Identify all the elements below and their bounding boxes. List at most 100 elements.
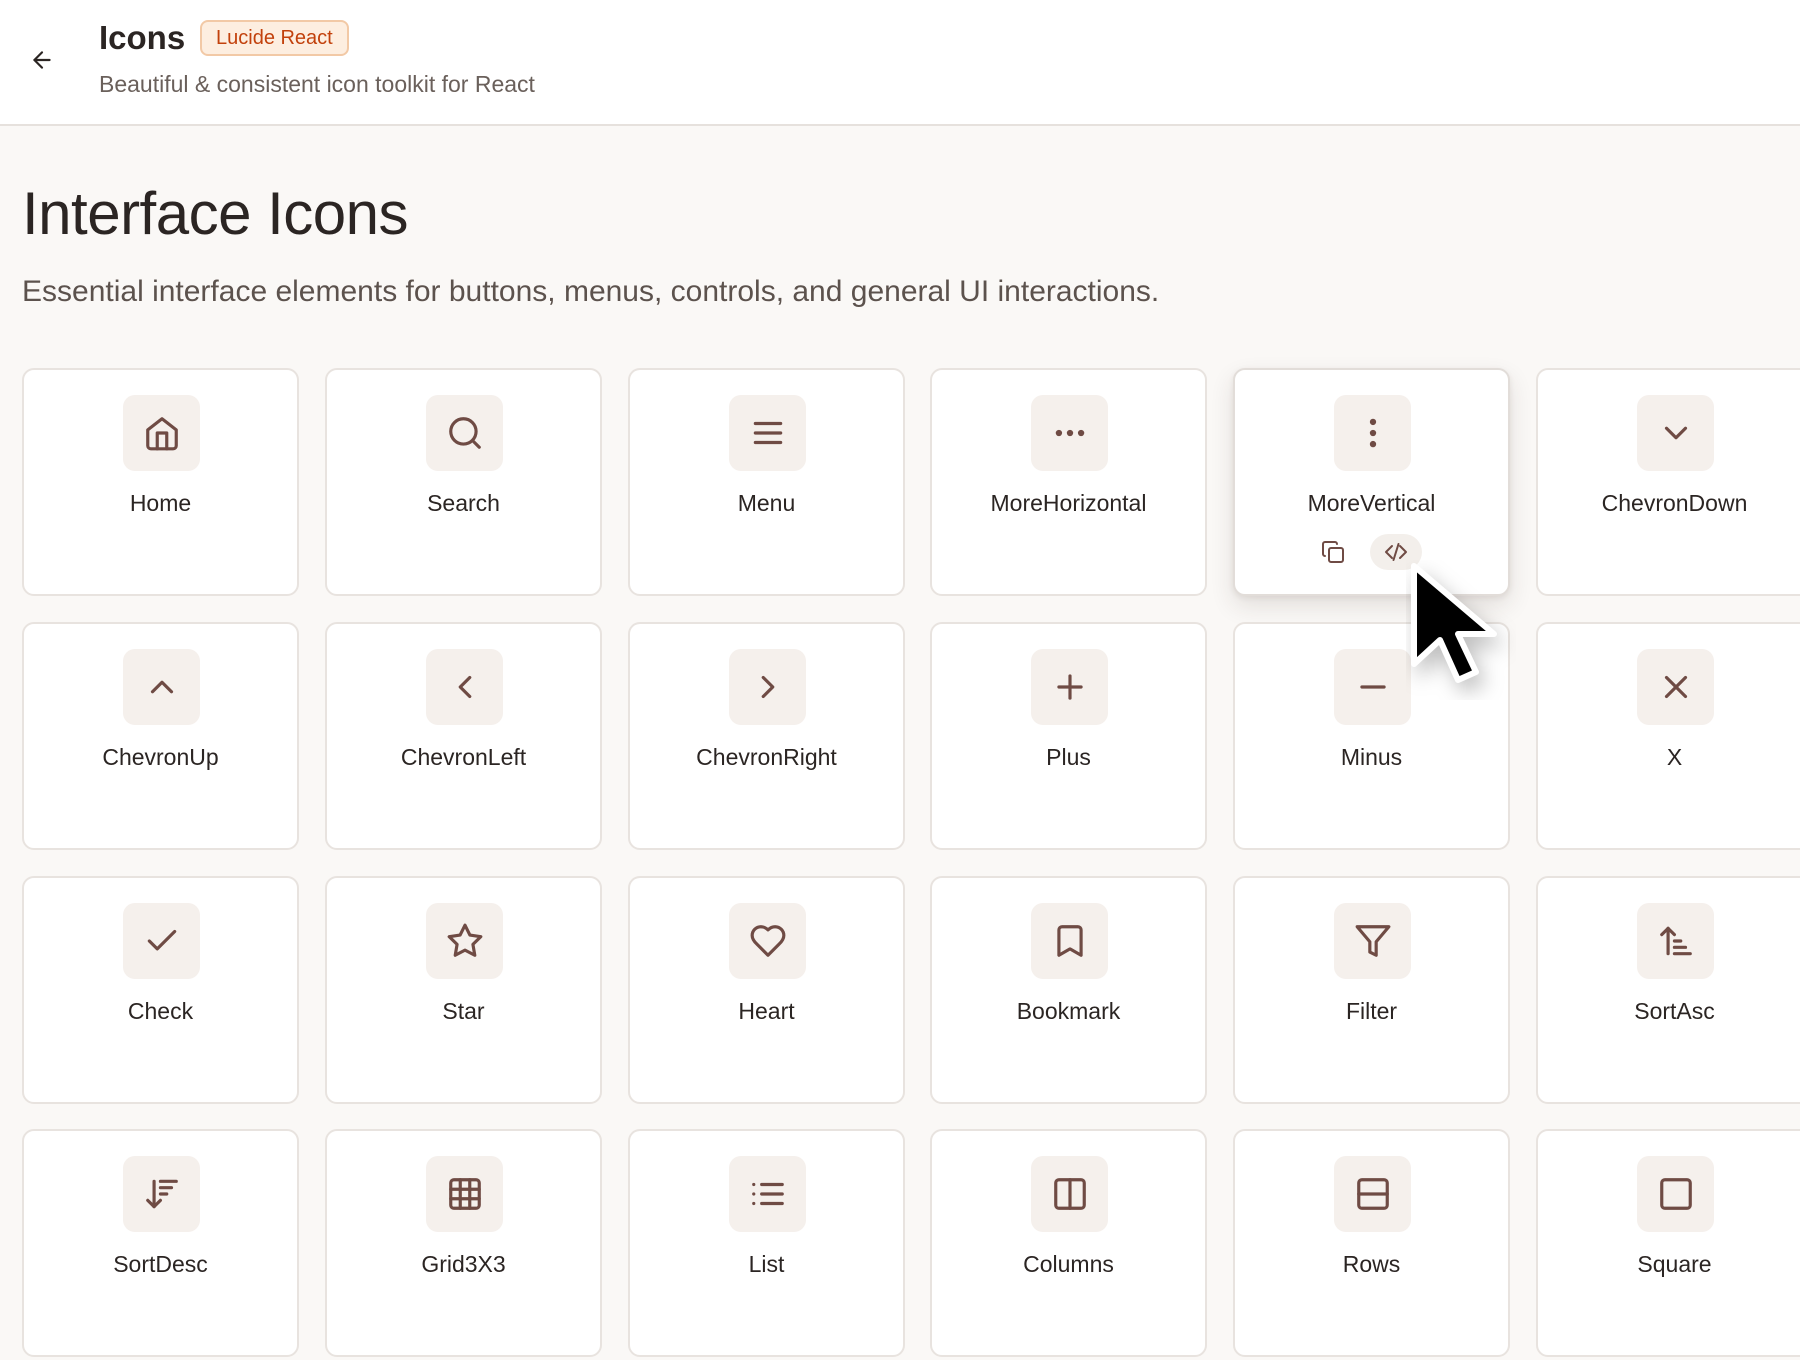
icon-preview [729, 649, 806, 725]
library-badge: Lucide React [200, 20, 349, 56]
icon-card-home[interactable]: Home [22, 368, 299, 596]
icon-card-label: X [1666, 744, 1683, 770]
icon-card-label: Plus [1046, 744, 1091, 770]
icon-card-menu[interactable]: Menu [628, 368, 905, 596]
back-button[interactable] [22, 40, 62, 80]
icon-preview [123, 649, 200, 725]
chevron-up-icon [150, 680, 173, 694]
icon-card-label: Bookmark [1016, 998, 1121, 1024]
icon-card-label: MoreVertical [1307, 490, 1436, 516]
code-icon [1385, 543, 1407, 561]
icon-card-x[interactable]: X [1536, 622, 1800, 850]
icon-card-check[interactable]: Check [22, 876, 299, 1104]
icon-card-label: MoreHorizontal [990, 490, 1147, 516]
rows-icon [1356, 1178, 1389, 1210]
grid-3x3-icon [448, 1178, 481, 1210]
plus-icon [1056, 674, 1083, 700]
icon-card-plus[interactable]: Plus [930, 622, 1207, 850]
star-icon [447, 923, 482, 957]
icon-preview [729, 395, 806, 471]
icon-card-chevron-left[interactable]: ChevronLeft [325, 622, 602, 850]
square-icon [1659, 1178, 1692, 1210]
icon-card-star[interactable]: Star [325, 876, 602, 1104]
icon-card-label: Square [1637, 1251, 1712, 1277]
more-horizontal-icon [1055, 429, 1084, 437]
code-button[interactable] [1370, 534, 1422, 570]
icon-card-filter[interactable]: Filter [1233, 876, 1510, 1104]
menu-icon [753, 421, 782, 445]
icon-card-label: ChevronUp [102, 744, 219, 770]
icon-card-bookmark[interactable]: Bookmark [930, 876, 1207, 1104]
icon-card-chevron-up[interactable]: ChevronUp [22, 622, 299, 850]
icon-card-chevron-right[interactable]: ChevronRight [628, 622, 905, 850]
page-title: Interface Icons [22, 180, 409, 247]
icon-card-label: ChevronDown [1601, 490, 1748, 516]
icon-preview [1031, 649, 1108, 725]
icon-card-label: Rows [1342, 1251, 1401, 1277]
list-icon [751, 1182, 784, 1206]
header-title: Icons [99, 19, 186, 56]
icon-card-label: ChevronLeft [400, 744, 527, 770]
icon-card-sort-asc[interactable]: SortAsc [1536, 876, 1800, 1104]
icon-preview [426, 1156, 503, 1232]
icon-preview [1334, 649, 1411, 725]
chevron-down-icon [1664, 426, 1687, 440]
icon-card-minus[interactable]: Minus [1233, 622, 1510, 850]
icon-card-rows[interactable]: Rows [1233, 1129, 1510, 1357]
more-vertical-icon [1369, 418, 1376, 448]
icon-card-more-vertical[interactable]: MoreVertical [1233, 368, 1510, 596]
icon-card-heart[interactable]: Heart [628, 876, 905, 1104]
icon-preview [123, 1156, 200, 1232]
sort-desc-icon [145, 1179, 178, 1209]
icon-preview [1031, 1156, 1108, 1232]
icon-card-label: Columns [1023, 1251, 1114, 1277]
minus-icon [1359, 685, 1386, 689]
icon-card-search[interactable]: Search [325, 368, 602, 596]
icon-preview [729, 903, 806, 979]
icon-card-label: Home [129, 490, 192, 516]
icon-card-label: ChevronRight [696, 744, 837, 770]
icon-card-label: Star [442, 998, 485, 1024]
copy-button[interactable] [1307, 534, 1359, 570]
search-icon [448, 417, 481, 449]
icon-card-label: SortAsc [1634, 998, 1715, 1024]
check-icon [147, 929, 176, 951]
icon-card-label: Search [427, 490, 500, 516]
icon-card-label: Menu [737, 490, 796, 516]
icon-card-chevron-down[interactable]: ChevronDown [1536, 368, 1800, 596]
icon-card-label: Minus [1340, 744, 1403, 770]
icon-preview [1637, 1156, 1714, 1232]
icon-preview [426, 649, 503, 725]
icon-card-list[interactable]: List [628, 1129, 905, 1357]
icon-preview [123, 903, 200, 979]
page-description: Essential interface elements for buttons… [22, 275, 1160, 308]
icon-card-more-horizontal[interactable]: MoreHorizontal [930, 368, 1207, 596]
icon-preview [1637, 649, 1714, 725]
x-icon [1664, 675, 1687, 699]
icon-card-label: Filter [1345, 998, 1398, 1024]
columns-icon [1053, 1178, 1086, 1210]
icon-preview [1637, 903, 1714, 979]
icon-preview [1637, 395, 1714, 471]
icon-preview [729, 1156, 806, 1232]
header-subtitle: Beautiful & consistent icon toolkit for … [99, 71, 535, 97]
icon-card-label: List [748, 1251, 785, 1277]
chevron-right-icon [761, 675, 774, 699]
icon-card-label: Heart [738, 998, 795, 1024]
icon-preview [426, 395, 503, 471]
chevron-left-icon [458, 675, 471, 699]
icon-card-columns[interactable]: Columns [930, 1129, 1207, 1357]
arrow-left-icon [33, 51, 51, 69]
icon-card-actions [1235, 534, 1508, 574]
icon-preview [1334, 903, 1411, 979]
icon-preview [1031, 903, 1108, 979]
icon-preview [1334, 395, 1411, 471]
icon-card-square[interactable]: Square [1536, 1129, 1800, 1357]
bookmark-icon [1056, 925, 1083, 957]
icon-card-sort-desc[interactable]: SortDesc [22, 1129, 299, 1357]
icon-preview [1334, 1156, 1411, 1232]
sort-asc-icon [1659, 926, 1692, 956]
icon-card-label: Grid3X3 [421, 1251, 506, 1277]
icon-card-grid-3x3[interactable]: Grid3X3 [325, 1129, 602, 1357]
icon-card-label: SortDesc [113, 1251, 208, 1277]
